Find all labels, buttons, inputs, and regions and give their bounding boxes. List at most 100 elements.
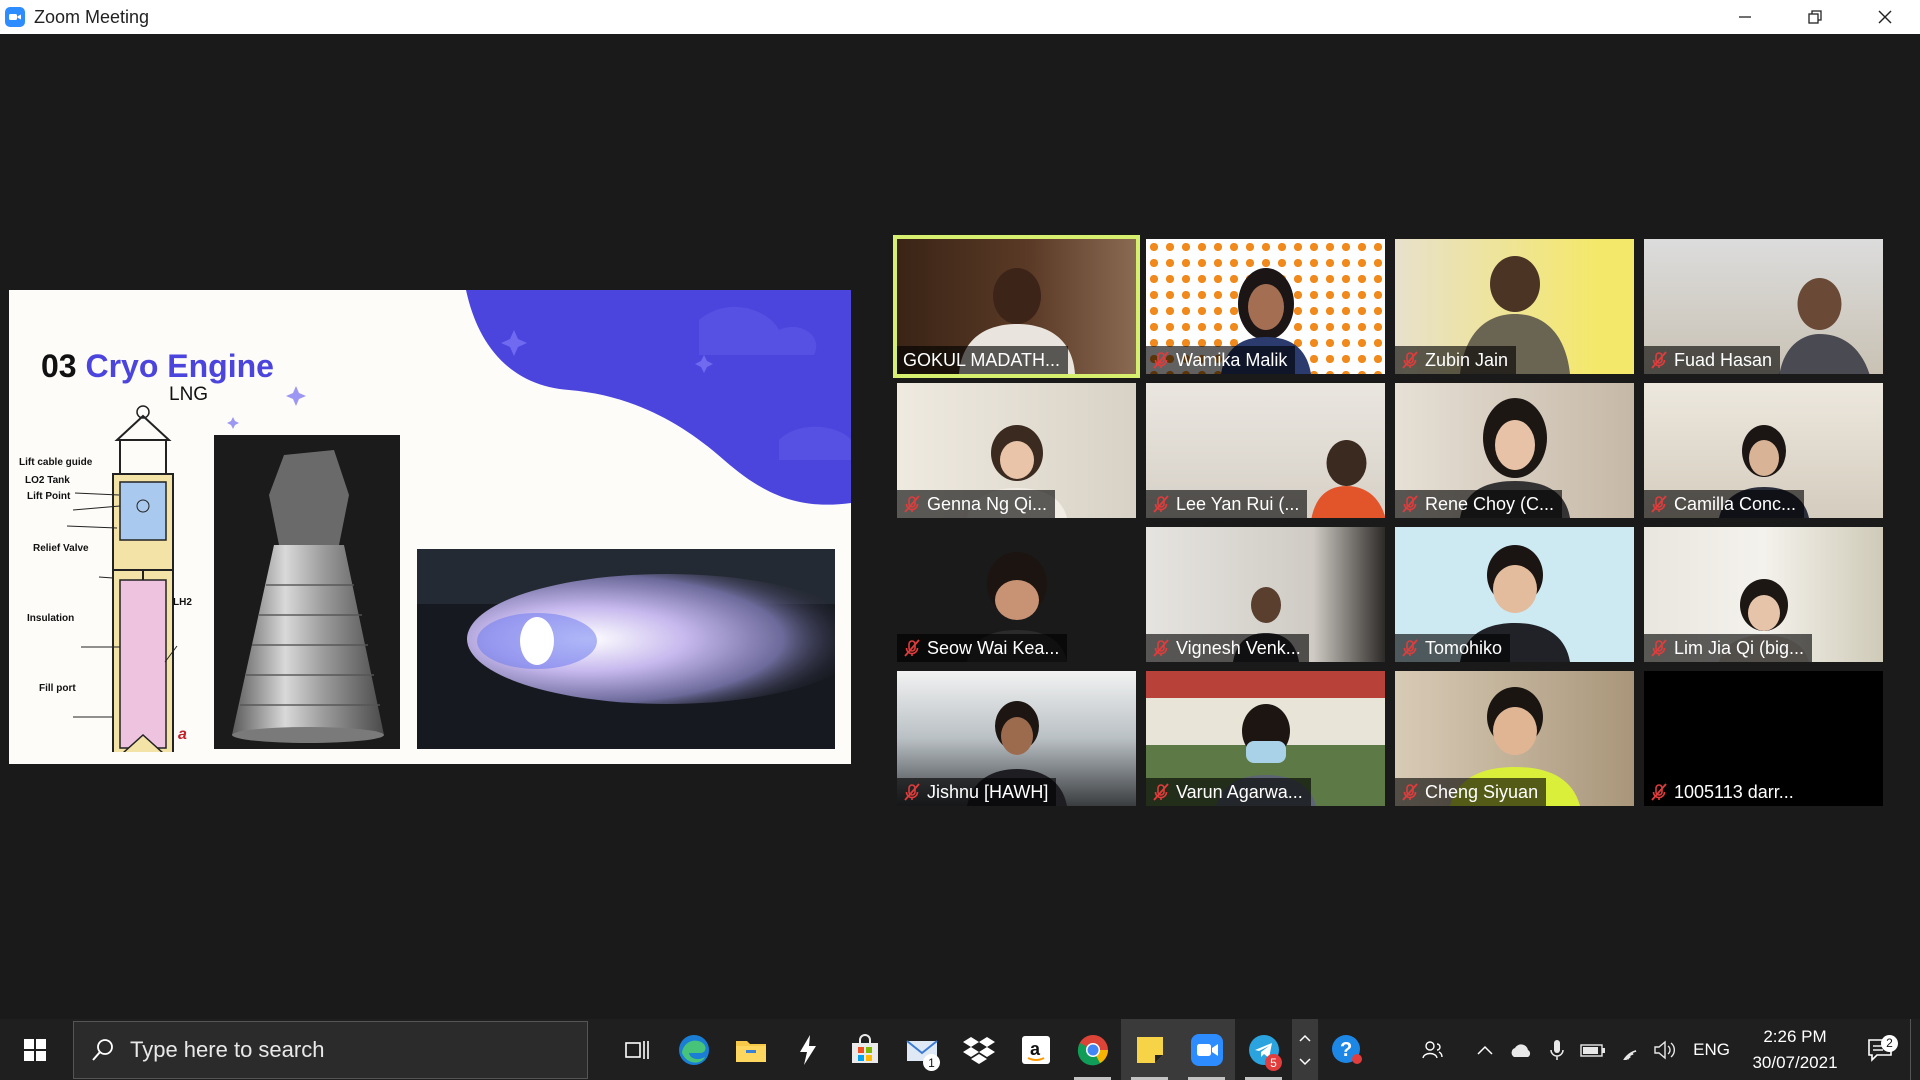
telegram-badge: 5 — [1265, 1054, 1282, 1071]
microphone-button[interactable] — [1539, 1038, 1575, 1062]
participant-name: Jishnu [HAWH] — [927, 781, 1049, 802]
svg-text:?: ? — [1340, 1039, 1352, 1061]
input-language[interactable]: ENG — [1693, 1040, 1730, 1060]
muted-mic-icon — [904, 495, 920, 513]
participant-nameplate: Lee Yan Rui (... — [1146, 490, 1308, 518]
participant-nameplate: Lim Jia Qi (big... — [1644, 634, 1813, 662]
participant-nameplate: Camilla Conc... — [1644, 490, 1805, 518]
taskbar-mail[interactable]: 1 — [893, 1019, 950, 1080]
windows-taskbar: Type here to search 1 a 5 ? ENG 2:26 PM … — [0, 1019, 1920, 1080]
start-button[interactable] — [0, 1019, 70, 1080]
participant-tile[interactable]: 1005113 darr... — [1644, 671, 1883, 806]
taskbar-sticky-notes[interactable] — [1121, 1019, 1178, 1080]
participant-name: Rene Choy (C... — [1425, 493, 1555, 514]
show-hidden-icons-button[interactable] — [1467, 1043, 1503, 1057]
participant-tile[interactable]: Jishnu [HAWH] — [897, 671, 1136, 806]
volume-button[interactable] — [1647, 1040, 1683, 1060]
taskbar-search-box[interactable]: Type here to search — [73, 1020, 588, 1079]
people-icon — [1422, 1040, 1443, 1058]
chrome-icon — [1077, 1034, 1108, 1065]
taskbar-zoom[interactable] — [1178, 1019, 1235, 1080]
participant-name: Vignesh Venk... — [1176, 637, 1301, 658]
taskbar-dropbox[interactable] — [950, 1019, 1007, 1080]
participant-nameplate: Vignesh Venk... — [1146, 634, 1309, 662]
participant-tile[interactable]: Cheng Siyuan — [1395, 671, 1634, 806]
participant-name: Seow Wai Kea... — [927, 637, 1060, 658]
taskbar-file-explorer[interactable] — [722, 1019, 779, 1080]
participant-tile[interactable]: Genna Ng Qi... — [897, 383, 1136, 518]
participant-tile[interactable]: Wamika Malik — [1146, 239, 1385, 374]
taskbar-store[interactable] — [836, 1019, 893, 1080]
taskbar-chrome[interactable] — [1064, 1019, 1121, 1080]
participant-nameplate: Seow Wai Kea... — [897, 634, 1068, 662]
minimize-button[interactable] — [1710, 0, 1780, 34]
engine-flame-photo — [417, 549, 835, 749]
diagram-label-insulation: Insulation — [27, 613, 75, 624]
participant-name: Camilla Conc... — [1674, 493, 1797, 514]
participant-nameplate: GOKUL MADATH... — [897, 346, 1069, 374]
participant-nameplate: Varun Agarwa... — [1146, 778, 1311, 806]
diagram-label-lift-point: Lift Point — [27, 491, 71, 502]
participant-tile[interactable]: Tomohiko — [1395, 527, 1634, 662]
slide-title: 03 Cryo Engine — [41, 348, 274, 385]
participant-tile[interactable]: GOKUL MADATH... — [893, 235, 1140, 378]
wifi-button[interactable] — [1611, 1040, 1647, 1060]
muted-mic-icon — [1153, 783, 1169, 801]
windows-logo-icon — [24, 1038, 46, 1061]
taskbar-task-view[interactable] — [608, 1019, 665, 1080]
participant-nameplate: Fuad Hasan — [1644, 346, 1781, 374]
show-desktop-button[interactable] — [1910, 1019, 1920, 1080]
cloud-icon — [1511, 1043, 1531, 1057]
participant-nameplate: Wamika Malik — [1146, 346, 1296, 374]
muted-mic-icon — [1651, 639, 1667, 657]
close-icon — [1878, 10, 1892, 24]
amazon-icon: a — [1021, 1035, 1050, 1064]
battery-button[interactable] — [1575, 1042, 1611, 1058]
restore-button[interactable] — [1780, 0, 1850, 34]
participant-nameplate: 1005113 darr... — [1644, 778, 1802, 806]
close-button[interactable] — [1850, 0, 1920, 34]
participant-nameplate: Cheng Siyuan — [1395, 778, 1547, 806]
participant-tile[interactable]: Seow Wai Kea... — [897, 527, 1136, 662]
slide-number: 03 — [41, 348, 77, 384]
window-controls — [1710, 0, 1920, 34]
diagram-figure-letter: a — [178, 726, 187, 743]
taskbar-edge[interactable] — [665, 1019, 722, 1080]
diagram-label-lift-cable-guide: Lift cable guide — [19, 457, 93, 468]
participant-tile[interactable]: Varun Agarwa... — [1146, 671, 1385, 806]
notifications-badge: 2 — [1881, 1034, 1898, 1052]
clock-time: 2:26 PM — [1763, 1026, 1827, 1046]
participant-tile[interactable]: Camilla Conc... — [1644, 383, 1883, 518]
participant-name: Zubin Jain — [1425, 349, 1509, 370]
taskbar-fusion[interactable] — [779, 1019, 836, 1080]
muted-mic-icon — [1153, 495, 1169, 513]
taskbar-amazon[interactable]: a — [1007, 1019, 1064, 1080]
clock-date: 30/07/2021 — [1752, 1052, 1838, 1072]
muted-mic-icon — [1651, 351, 1667, 369]
task-view-icon — [624, 1040, 649, 1059]
volume-icon — [1654, 1040, 1676, 1059]
participant-tile[interactable]: Lee Yan Rui (... — [1146, 383, 1385, 518]
sticky-notes-icon — [1136, 1036, 1163, 1063]
onedrive-button[interactable] — [1503, 1041, 1539, 1059]
participant-tile[interactable]: Vignesh Venk... — [1146, 527, 1385, 662]
participant-name: Genna Ng Qi... — [927, 493, 1048, 514]
chevron-up-icon — [1299, 1034, 1311, 1042]
taskbar-clock[interactable]: 2:26 PM 30/07/2021 — [1740, 1024, 1850, 1076]
system-tray: ENG 2:26 PM 30/07/2021 2 — [1415, 1019, 1920, 1080]
file-explorer-icon — [735, 1040, 766, 1062]
taskbar-help[interactable]: ? — [1318, 1019, 1375, 1080]
participant-tile[interactable]: Lim Jia Qi (big... — [1644, 527, 1883, 662]
chevron-down-icon — [1299, 1057, 1311, 1065]
taskbar-overflow-scroll[interactable] — [1292, 1019, 1318, 1080]
action-center-button[interactable]: 2 — [1850, 1034, 1910, 1062]
participant-tile[interactable]: Rene Choy (C... — [1395, 383, 1634, 518]
taskbar-telegram[interactable]: 5 — [1235, 1019, 1292, 1080]
participant-tile[interactable]: Zubin Jain — [1395, 239, 1634, 374]
participant-tile[interactable]: Fuad Hasan — [1644, 239, 1883, 374]
people-button[interactable] — [1415, 1038, 1451, 1062]
shared-screen-slide[interactable]: 03 Cryo Engine LNG Lift cable guide LO2 … — [9, 290, 851, 764]
search-placeholder: Type here to search — [130, 1036, 325, 1062]
muted-mic-icon — [1153, 351, 1169, 369]
participant-nameplate: Genna Ng Qi... — [897, 490, 1056, 518]
